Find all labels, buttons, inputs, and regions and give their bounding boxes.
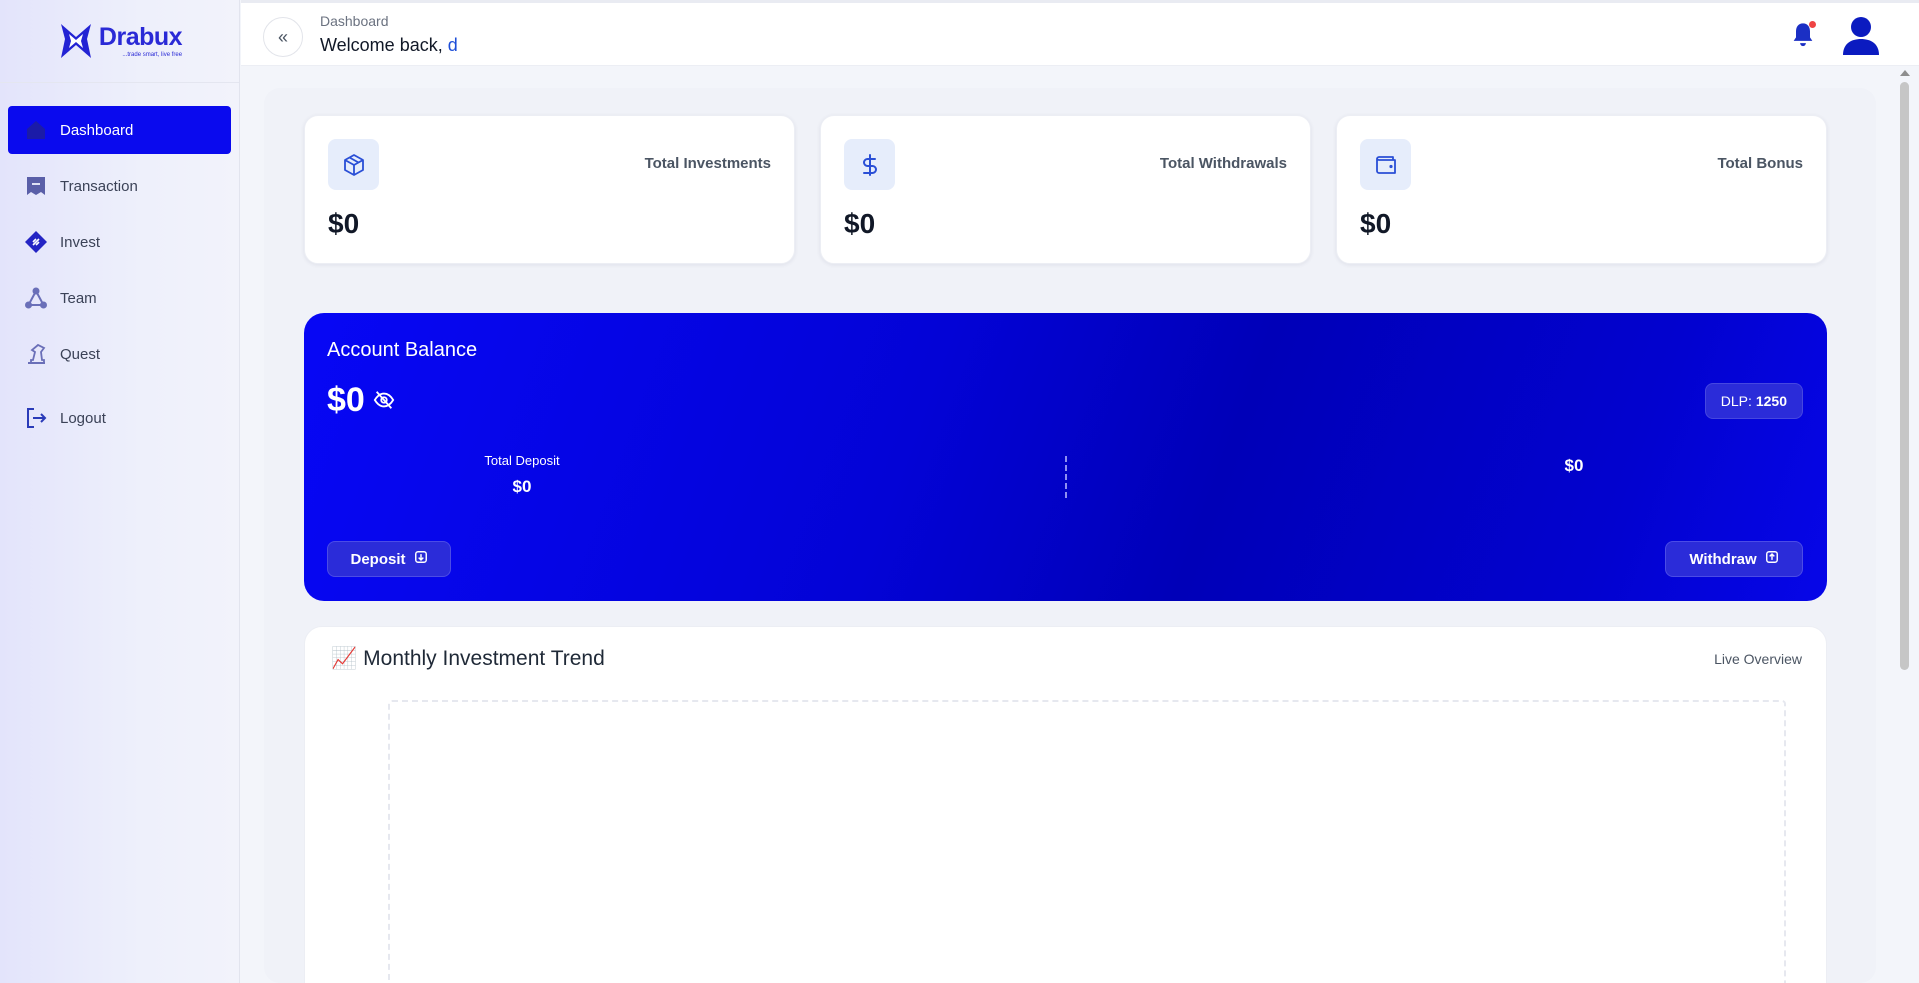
sidebar-item-invest[interactable]: Invest (8, 218, 231, 266)
total-deposit-value: $0 (512, 477, 532, 496)
page-scrollbar[interactable] (1893, 66, 1919, 983)
brand-tagline: ...trade smart, live free (122, 51, 183, 58)
breadcrumb: Dashboard (320, 13, 389, 29)
account-balance-title: Account Balance (327, 339, 478, 361)
welcome-prefix: Welcome back, (320, 35, 443, 55)
scroll-thumb[interactable] (1900, 82, 1909, 670)
wallet-icon (1360, 139, 1411, 190)
sidebar-item-label: Quest (60, 345, 101, 363)
box-icon (328, 139, 379, 190)
trend-chart-area (388, 700, 1786, 983)
account-balance-amount: $0 (327, 381, 395, 420)
live-overview-label: Live Overview (1714, 651, 1802, 667)
logo-mark-icon (57, 20, 95, 62)
trend-title-text: Monthly Investment Trend (363, 647, 605, 670)
sidebar-item-label: Logout (60, 409, 106, 427)
stat-label: Total Withdrawals (1159, 155, 1287, 172)
stat-value: $0 (1360, 208, 1392, 239)
sidebar-item-quest[interactable]: Quest (8, 330, 231, 378)
deposit-button-label: Deposit (350, 550, 406, 568)
total-deposit-label: Total Deposit (484, 453, 560, 468)
stat-label: Total Bonus (1717, 155, 1803, 172)
stat-card-total-investments: Total Investments $0 (304, 115, 795, 264)
invest-diamond-icon (24, 230, 48, 254)
notifications-button[interactable] (1789, 21, 1817, 49)
sidebar: Drabux ...trade smart, live free Dashboa… (0, 0, 240, 983)
secondary-balance-value: $0 (1564, 456, 1584, 475)
quest-chess-icon (24, 342, 48, 366)
dlp-label: DLP: (1720, 393, 1752, 409)
sidebar-item-logout[interactable]: Logout (8, 394, 231, 442)
brand-logo[interactable]: Drabux ...trade smart, live free (0, 0, 239, 83)
deposit-icon (414, 550, 428, 568)
sidebar-nav: Dashboard Transaction Invest Team Quest (0, 106, 239, 442)
withdraw-button-label: Withdraw (1689, 550, 1757, 568)
welcome-message: Welcome back, d (320, 35, 458, 56)
trend-title: 📈 Monthly Investment Trend (331, 647, 605, 671)
monthly-investment-trend-card: 📈 Monthly Investment Trend Live Overview (304, 626, 1827, 983)
scroll-up-arrow-icon[interactable] (1900, 70, 1910, 76)
sidebar-item-label: Team (60, 289, 97, 307)
sidebar-item-label: Invest (60, 233, 101, 251)
balance-divider (1065, 456, 1067, 498)
sidebar-item-label: Transaction (60, 177, 138, 195)
top-header: « Dashboard Welcome back, d (241, 0, 1919, 66)
home-icon (24, 118, 48, 142)
logout-icon (24, 406, 48, 430)
team-network-icon (24, 286, 48, 310)
stat-label: Total Investments (644, 155, 771, 172)
receipt-icon (24, 174, 48, 198)
eye-off-icon[interactable] (373, 381, 395, 420)
user-avatar-icon (1843, 17, 1879, 55)
collapse-sidebar-button[interactable]: « (263, 17, 303, 57)
stat-value: $0 (328, 208, 360, 239)
dollar-icon (844, 139, 895, 190)
chart-trend-icon: 📈 (331, 647, 358, 670)
sidebar-item-label: Dashboard (60, 121, 134, 139)
notification-dot (1809, 21, 1816, 28)
stat-card-total-bonus: Total Bonus $0 (1336, 115, 1827, 264)
balance-value: $0 (327, 381, 365, 419)
brand-name: Drabux (98, 22, 183, 51)
deposit-button[interactable]: Deposit (327, 541, 451, 577)
dlp-badge: DLP: 1250 (1704, 383, 1803, 419)
stat-value: $0 (844, 208, 876, 239)
withdraw-icon (1765, 550, 1779, 568)
sidebar-item-dashboard[interactable]: Dashboard (8, 106, 231, 154)
user-avatar[interactable] (1842, 15, 1880, 57)
double-chevron-left-icon: « (277, 26, 288, 47)
dlp-value: 1250 (1755, 393, 1787, 409)
sidebar-item-team[interactable]: Team (8, 274, 231, 322)
sidebar-item-transaction[interactable]: Transaction (8, 162, 231, 210)
withdraw-button[interactable]: Withdraw (1665, 541, 1803, 577)
username: d (447, 35, 458, 55)
account-balance-card: Account Balance $0 DLP: 1250 Total Depos… (304, 313, 1827, 601)
stat-card-total-withdrawals: Total Withdrawals $0 (820, 115, 1311, 264)
